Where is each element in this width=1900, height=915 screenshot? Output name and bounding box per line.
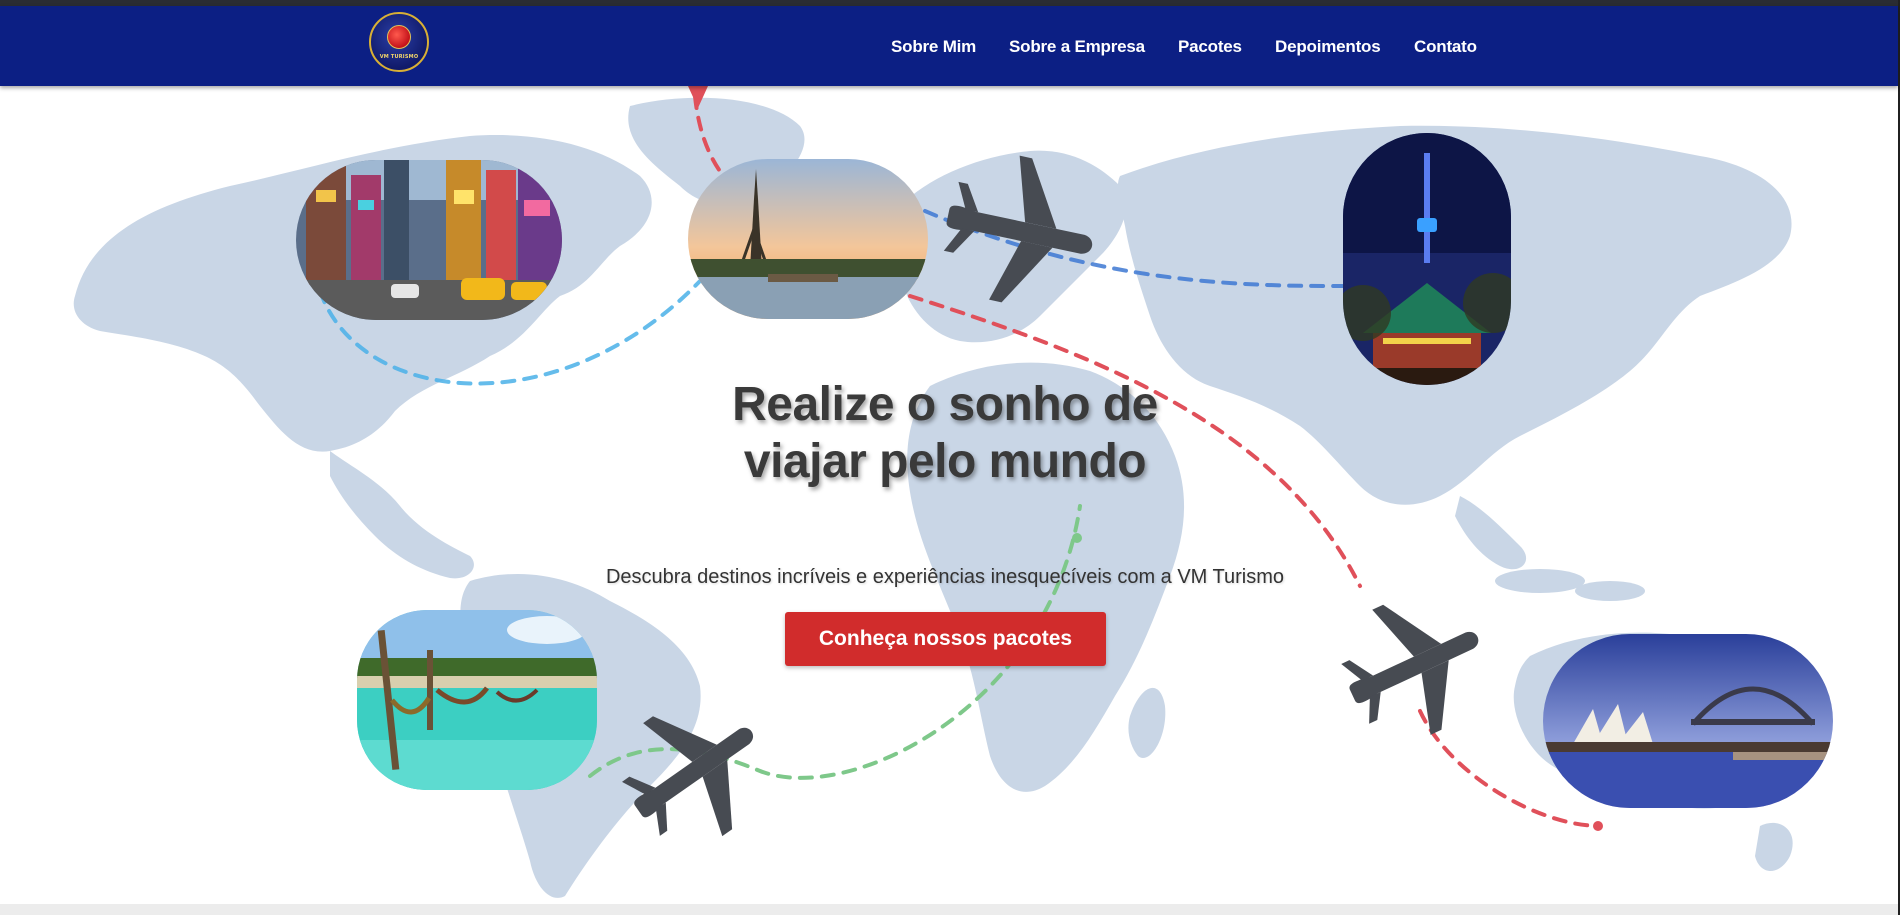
hero-section: Realize o sonho de viajar pelo mundo Des… (0, 86, 1898, 904)
beach-photo (357, 610, 597, 790)
nav-pacotes[interactable]: Pacotes (1178, 37, 1242, 57)
tower-photo (1343, 133, 1511, 385)
hero-headline: Realize o sonho de viajar pelo mundo (732, 378, 1158, 488)
navbar: VM TURISMO Sobre Mim Sobre a Empresa Pac… (0, 6, 1898, 86)
hero-subtitle: Descubra destinos incríveis e experiênci… (605, 566, 1285, 588)
nav-sobre-a-empresa[interactable]: Sobre a Empresa (1009, 37, 1145, 57)
nav-contato[interactable]: Contato (1414, 37, 1477, 57)
opera-photo (1543, 634, 1833, 808)
city-photo (296, 160, 562, 320)
airplane-icon (943, 155, 1093, 303)
airplane-icon (1341, 604, 1479, 735)
nav-sobre-mim[interactable]: Sobre Mim (891, 37, 976, 57)
globe-icon (387, 25, 411, 49)
vm-turismo-logo[interactable]: VM TURISMO (369, 12, 429, 72)
logo-text: VM TURISMO (379, 54, 419, 60)
eiffel-photo (688, 159, 928, 319)
nav-depoimentos[interactable]: Depoimentos (1275, 37, 1381, 57)
airplane-icon (622, 716, 753, 837)
page-bottom-bar (0, 904, 1900, 915)
conheca-pacotes-button[interactable]: Conheça nossos pacotes (785, 612, 1106, 666)
